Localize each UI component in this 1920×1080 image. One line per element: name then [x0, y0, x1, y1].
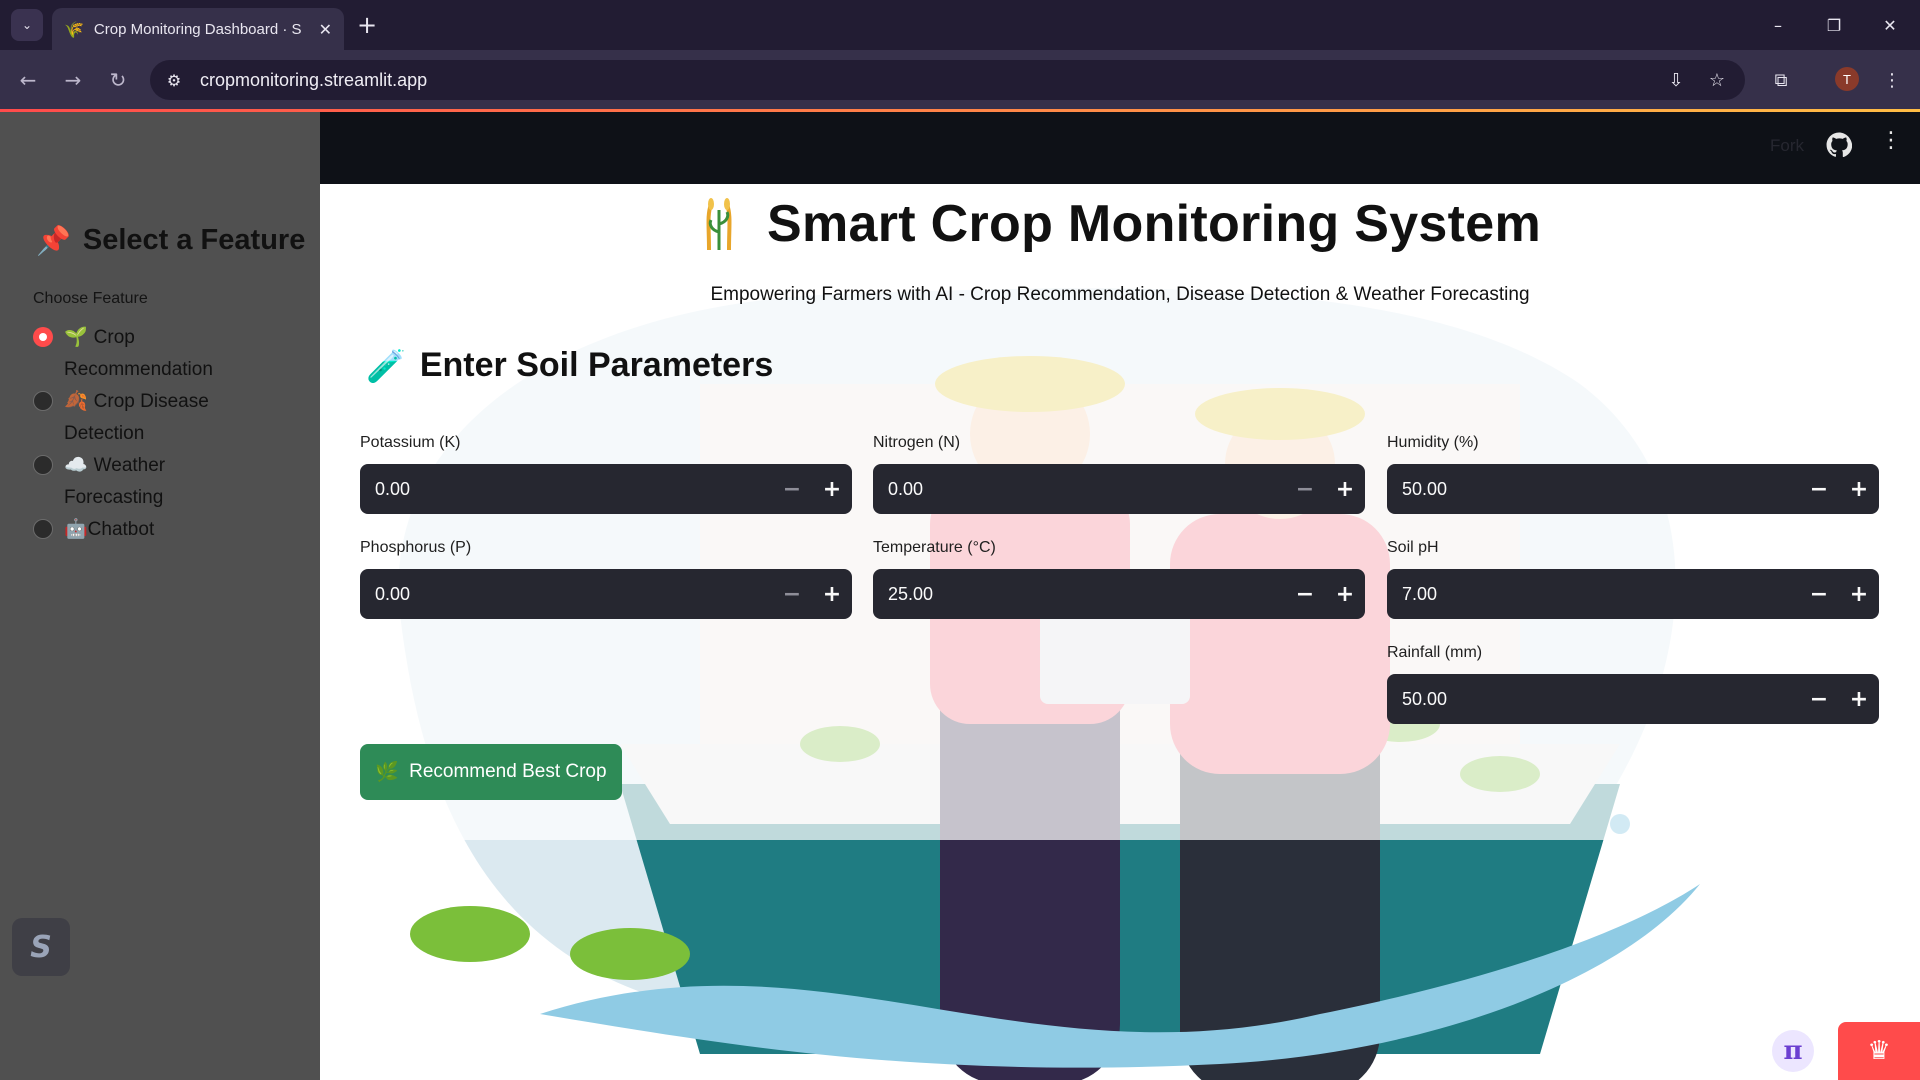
wheat-sheaf-icon	[706, 198, 732, 251]
potassium-value[interactable]: 0.00	[375, 479, 772, 500]
decrement-button[interactable]: −	[1799, 674, 1839, 724]
radio-button[interactable]	[33, 519, 53, 539]
humidity-label: Humidity (%)	[1387, 434, 1479, 451]
rainfall-label: Rainfall (mm)	[1387, 644, 1483, 661]
forward-icon[interactable]: →	[55, 62, 91, 98]
decrement-button[interactable]: −	[1799, 464, 1839, 514]
recommend-best-crop-button[interactable]: 🌿 Recommend Best Crop	[360, 744, 622, 800]
sidebar-title: 📌 Select a Feature	[36, 224, 305, 257]
reload-icon[interactable]: ↻	[100, 62, 136, 98]
decrement-button[interactable]: −	[1285, 569, 1325, 619]
main-content: Fork ⋮ Smart Crop Monitoring System Empo…	[320, 112, 1920, 1080]
address-bar[interactable]: ⚙ cropmonitoring.streamlit.app ⇩ ☆	[150, 60, 1745, 100]
increment-button[interactable]: +	[812, 464, 852, 514]
crown-icon[interactable]: ♛	[1838, 1022, 1920, 1080]
restore-icon[interactable]: ❐	[1814, 10, 1854, 40]
browser-menu-icon[interactable]: ⋮	[1876, 64, 1908, 96]
phosphorus-label: Phosphorus (P)	[360, 539, 472, 556]
increment-button[interactable]: +	[1839, 674, 1879, 724]
install-app-icon[interactable]: ⇩	[1660, 64, 1692, 96]
page-title: Smart Crop Monitoring System	[766, 195, 1542, 253]
nitrogen-number-input[interactable]: 0.00 − +	[873, 464, 1365, 514]
soil-ph-number-input[interactable]: 7.00 − +	[1387, 569, 1879, 619]
back-icon[interactable]: ←	[10, 62, 46, 98]
tab-title: Crop Monitoring Dashboard · S	[93, 20, 302, 38]
tab-favicon-icon: 🌾	[64, 19, 84, 39]
seedling-icon: 🌱	[64, 327, 88, 348]
new-tab-button[interactable]: +	[352, 10, 382, 40]
radio-option-crop-recommendation[interactable]: 🌱 Crop Recommendation	[33, 322, 264, 386]
radio-label: Chatbot	[87, 519, 155, 540]
humidity-value[interactable]: 50.00	[1402, 479, 1799, 500]
soil-ph-label: Soil pH	[1387, 539, 1439, 556]
potassium-label: Potassium (K)	[360, 434, 461, 451]
section-heading: 🧪 Enter Soil Parameters	[366, 346, 773, 385]
humidity-number-input[interactable]: 50.00 − +	[1387, 464, 1879, 514]
choose-feature-label: Choose Feature	[33, 290, 148, 307]
decrement-button[interactable]: −	[1799, 569, 1839, 619]
decrement-button[interactable]: −	[1285, 464, 1325, 514]
radio-option-weather[interactable]: ☁️ Weather Forecasting	[33, 450, 264, 514]
test-tube-icon: 🧪	[366, 346, 406, 385]
url-text[interactable]: cropmonitoring.streamlit.app	[200, 70, 427, 91]
pushpin-icon: 📌	[36, 224, 71, 257]
streamlit-logo-icon[interactable]: S	[12, 918, 70, 976]
increment-button[interactable]: +	[1325, 569, 1365, 619]
increment-button[interactable]: +	[1839, 464, 1879, 514]
soil-ph-value[interactable]: 7.00	[1402, 584, 1799, 605]
pi-logo-icon[interactable]: π	[1772, 1030, 1814, 1072]
decrement-button[interactable]: −	[772, 569, 812, 619]
browser-tab-bar: ⌄ 🌾 Crop Monitoring Dashboard · S ✕ + – …	[0, 0, 1920, 50]
temperature-number-input[interactable]: 25.00 − +	[873, 569, 1365, 619]
radio-button[interactable]	[33, 391, 53, 411]
fallen-leaf-icon: 🍂	[64, 391, 88, 412]
nitrogen-value[interactable]: 0.00	[888, 479, 1285, 500]
increment-button[interactable]: +	[1839, 569, 1879, 619]
robot-icon: 🤖	[64, 519, 88, 540]
minimize-icon[interactable]: –	[1758, 10, 1798, 40]
window-close-icon[interactable]: ✕	[1870, 10, 1910, 40]
sidebar-title-text: Select a Feature	[82, 224, 306, 256]
tab-list-chevron-icon[interactable]: ⌄	[11, 9, 43, 41]
page-subtitle: Empowering Farmers with AI - Crop Recomm…	[710, 284, 1530, 305]
decrement-button[interactable]: −	[772, 464, 812, 514]
recommend-button-label: Recommend Best Crop	[409, 761, 607, 782]
temperature-label: Temperature (°C)	[873, 539, 996, 556]
browser-toolbar: ← → ↻ ⚙ cropmonitoring.streamlit.app ⇩ ☆…	[0, 50, 1920, 110]
bookmark-star-icon[interactable]: ☆	[1701, 64, 1733, 96]
rainfall-number-input[interactable]: 50.00 − +	[1387, 674, 1879, 724]
browser-tab[interactable]: 🌾 Crop Monitoring Dashboard · S ✕	[52, 8, 344, 50]
phosphorus-value[interactable]: 0.00	[375, 584, 772, 605]
radio-option-chatbot[interactable]: 🤖Chatbot	[33, 514, 264, 546]
content-block: Smart Crop Monitoring System Empowering …	[320, 112, 1920, 1080]
herb-icon: 🌿	[375, 762, 400, 783]
section-heading-text: Enter Soil Parameters	[419, 346, 774, 384]
radio-option-crop-disease[interactable]: 🍂 Crop Disease Detection	[33, 386, 264, 450]
cloud-icon: ☁️	[64, 455, 88, 476]
potassium-number-input[interactable]: 0.00 − +	[360, 464, 852, 514]
tab-close-icon[interactable]: ✕	[319, 20, 332, 39]
extensions-icon[interactable]: ⧉	[1765, 64, 1797, 96]
phosphorus-number-input[interactable]: 0.00 − +	[360, 569, 852, 619]
site-info-icon[interactable]: ⚙	[154, 60, 194, 100]
nitrogen-label: Nitrogen (N)	[873, 434, 961, 451]
radio-button[interactable]	[33, 455, 53, 475]
increment-button[interactable]: +	[1325, 464, 1365, 514]
increment-button[interactable]: +	[812, 569, 852, 619]
profile-avatar[interactable]: T	[1835, 67, 1859, 91]
rainfall-value[interactable]: 50.00	[1402, 689, 1799, 710]
radio-button-selected[interactable]	[33, 327, 53, 347]
title-row: Smart Crop Monitoring System	[320, 194, 1920, 254]
temperature-value[interactable]: 25.00	[888, 584, 1285, 605]
